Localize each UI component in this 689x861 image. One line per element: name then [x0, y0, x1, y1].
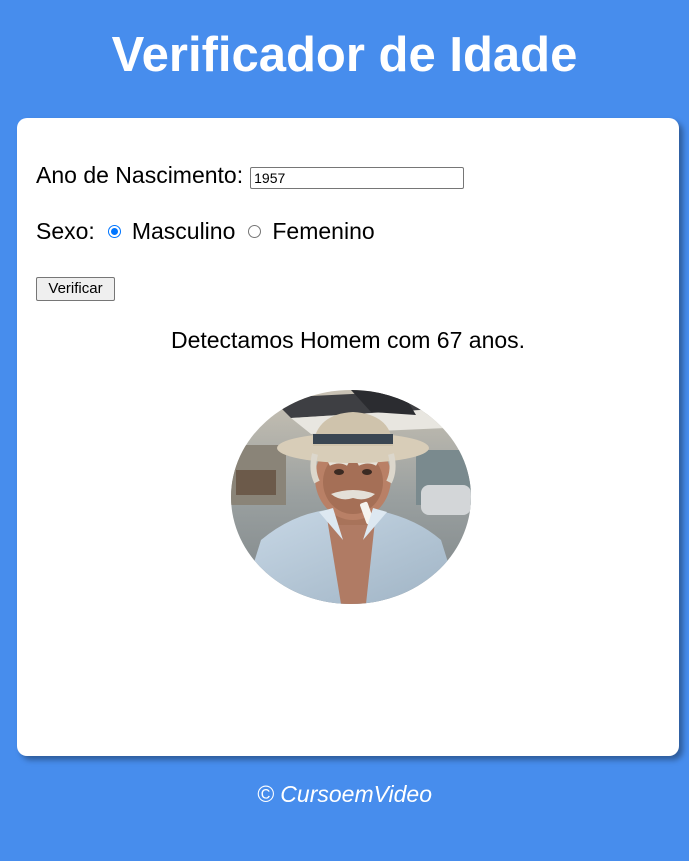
sex-label: Sexo: — [36, 218, 95, 244]
birth-year-row: Ano de Nascimento: — [36, 162, 465, 189]
main-card: Ano de Nascimento: Sexo: Masculino Femen… — [17, 118, 679, 756]
page-title: Verificador de Idade — [111, 28, 578, 82]
elderly-man-photo — [231, 390, 471, 604]
birth-year-input[interactable] — [250, 166, 465, 189]
sex-row: Sexo: Masculino Femenino — [36, 218, 388, 245]
radio-masculino-label[interactable]: Masculino — [132, 218, 236, 245]
elderly-man-photo-icon — [231, 390, 471, 604]
page-header: Verificador de Idade — [0, 0, 689, 110]
footer-credit: © CursoemVideo — [256, 781, 433, 807]
result-message: Detectamos Homem com 67 anos. — [170, 327, 526, 353]
radio-feminino-label[interactable]: Femenino — [272, 218, 374, 245]
verify-button[interactable]: Verificar — [36, 277, 115, 301]
radio-masculino[interactable] — [107, 225, 121, 238]
radio-feminino[interactable] — [248, 225, 262, 238]
birth-year-label: Ano de Nascimento: — [36, 162, 244, 188]
